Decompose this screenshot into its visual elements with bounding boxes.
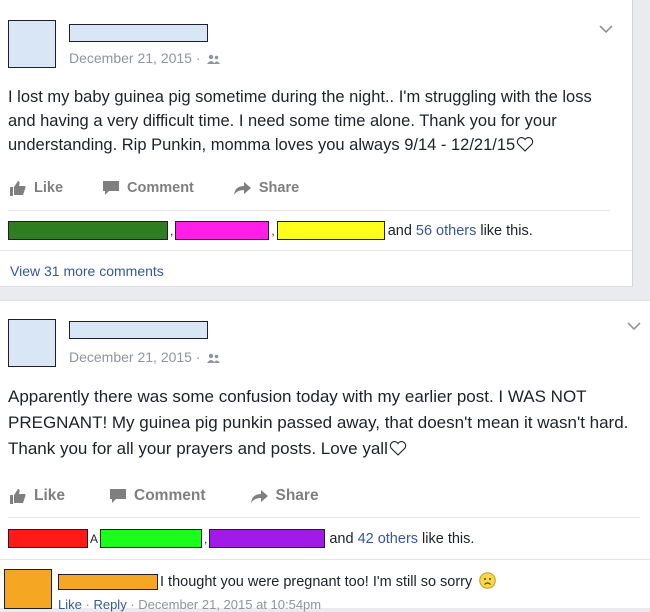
comment-timestamp[interactable]: · December 21, 2015 at 10:54pm <box>130 597 321 612</box>
comment-reply-link[interactable]: Reply <box>93 597 126 612</box>
separator: , <box>170 223 174 238</box>
share-arrow-icon <box>250 489 268 503</box>
friends-icon[interactable] <box>207 54 221 65</box>
comment-text: I thought you were pregnant too! I'm sti… <box>160 574 473 590</box>
commenter-avatar[interactable] <box>4 569 52 609</box>
sad-face-emoji-icon <box>479 572 497 589</box>
thumbs-up-icon <box>10 488 26 504</box>
friends-icon[interactable] <box>207 353 221 364</box>
heart-icon <box>517 137 534 152</box>
post-body: I lost my baby guinea pig sometime durin… <box>8 85 608 157</box>
post-text: Apparently there was some confusion toda… <box>8 387 629 458</box>
author-name[interactable] <box>69 321 208 339</box>
comment-like-link[interactable]: Like <box>58 597 82 612</box>
author-name[interactable] <box>69 24 208 42</box>
comment-body: I thought you were pregnant too! I'm sti… <box>160 572 497 590</box>
liker-name-redacted[interactable] <box>175 221 270 240</box>
share-arrow-icon <box>233 181 251 195</box>
liker-name-redacted[interactable] <box>276 221 385 240</box>
post-actions: Like Comment Share <box>10 180 339 196</box>
post-meta: December 21, 2015 · <box>69 349 221 365</box>
heart-icon <box>389 441 407 456</box>
likes-others-link[interactable]: 42 others <box>358 531 418 547</box>
view-more-comments-link[interactable]: View 31 more comments <box>10 263 164 279</box>
likes-summary: , , and 56 others like this. <box>8 221 533 240</box>
liker-name-redacted[interactable] <box>8 221 168 240</box>
share-button[interactable]: Share <box>250 487 319 505</box>
like-label: Like <box>34 487 66 504</box>
post-1: December 21, 2015 · I lost my baby guine… <box>0 0 633 287</box>
share-button[interactable]: Share <box>233 180 300 196</box>
post-date[interactable]: December 21, 2015 · <box>69 50 201 66</box>
likes-summary: A , and 42 others like this. <box>8 529 474 548</box>
comment-label: Comment <box>134 487 206 504</box>
like-button[interactable]: Like <box>10 487 65 505</box>
comment-icon <box>110 489 127 503</box>
likes-suffix: like this. <box>422 530 475 547</box>
comment-icon <box>103 181 120 195</box>
comment-button[interactable]: Comment <box>103 180 194 196</box>
like-label: Like <box>34 180 64 196</box>
divider <box>0 250 632 251</box>
avatar[interactable] <box>8 319 56 367</box>
likes-and: and <box>387 222 412 239</box>
like-button[interactable]: Like <box>10 180 63 196</box>
liker-name-redacted[interactable] <box>8 529 88 548</box>
likes-and: and <box>329 530 354 547</box>
liker-name-redacted[interactable] <box>209 529 326 548</box>
liker-name-redacted[interactable] <box>100 529 203 548</box>
chevron-down-icon[interactable] <box>598 24 614 34</box>
post-text: I lost my baby guinea pig sometime durin… <box>8 88 592 154</box>
post-date[interactable]: December 21, 2015 · <box>69 349 201 365</box>
meta-separator: · <box>85 597 90 612</box>
comment-label: Comment <box>127 180 194 196</box>
share-label: Share <box>275 487 319 504</box>
post-actions: Like Comment Share <box>10 487 359 505</box>
separator: , <box>271 223 275 238</box>
divider <box>8 517 640 518</box>
divider <box>8 210 610 211</box>
separator: , <box>204 531 208 546</box>
thumbs-up-icon <box>10 180 26 196</box>
likes-suffix: like this. <box>480 222 533 239</box>
post-body: Apparently there was some confusion toda… <box>8 384 640 462</box>
comment-meta: Like · Reply · December 21, 2015 at 10:5… <box>58 597 321 612</box>
post-2: December 21, 2015 · Apparently there was… <box>0 300 650 612</box>
commenter-name-redacted[interactable] <box>58 574 158 590</box>
likes-others-link[interactable]: 56 others <box>416 223 476 239</box>
chevron-down-icon[interactable] <box>626 321 642 331</box>
comment-button[interactable]: Comment <box>110 487 206 505</box>
separator: A <box>90 531 99 546</box>
post-meta: December 21, 2015 · <box>69 50 221 66</box>
share-label: Share <box>258 180 300 196</box>
avatar[interactable] <box>8 20 56 68</box>
divider <box>0 559 650 560</box>
